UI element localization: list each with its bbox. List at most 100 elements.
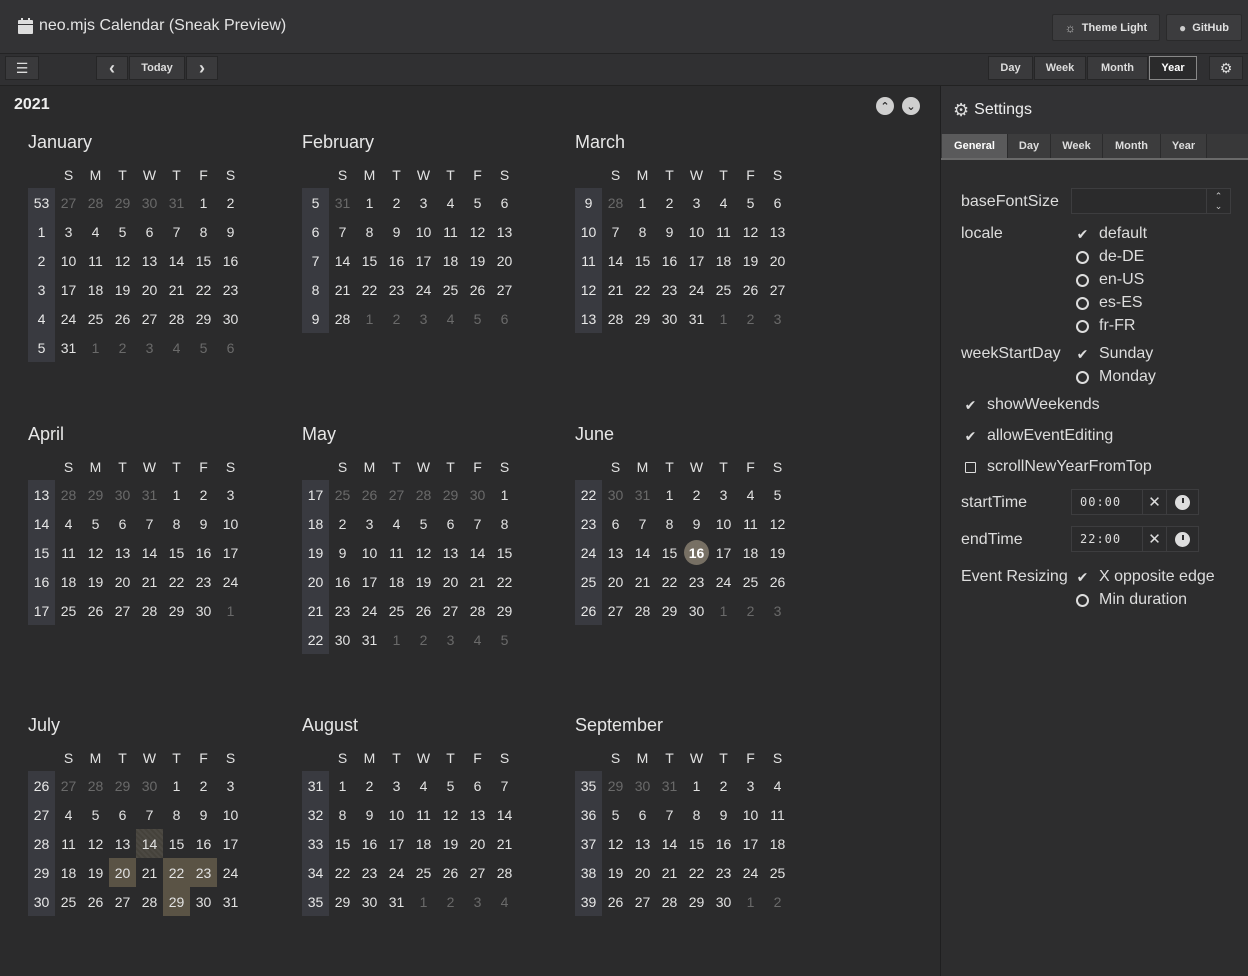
day-cell[interactable]: 6 <box>464 771 491 800</box>
day-cell[interactable]: 25 <box>437 275 464 304</box>
day-cell[interactable]: 8 <box>656 509 683 538</box>
day-cell[interactable]: 23 <box>190 567 217 596</box>
day-cell[interactable]: 11 <box>764 800 791 829</box>
day-cell[interactable]: 4 <box>410 771 437 800</box>
day-cell[interactable]: 2 <box>190 480 217 509</box>
day-cell[interactable]: 1 <box>163 480 190 509</box>
day-cell[interactable]: 2 <box>437 887 464 916</box>
day-cell[interactable]: 11 <box>437 217 464 246</box>
day-cell[interactable]: 2 <box>356 771 383 800</box>
day-cell[interactable]: 17 <box>383 829 410 858</box>
day-cell[interactable]: 30 <box>109 480 136 509</box>
day-cell[interactable]: 16 <box>710 829 737 858</box>
day-cell[interactable]: 8 <box>629 217 656 246</box>
day-cell[interactable]: 28 <box>82 188 109 217</box>
day-cell[interactable]: 8 <box>491 509 518 538</box>
day-cell[interactable]: 24 <box>217 858 244 887</box>
day-cell[interactable]: 20 <box>629 858 656 887</box>
day-cell[interactable]: 18 <box>710 246 737 275</box>
day-cell[interactable]: 5 <box>491 625 518 654</box>
day-cell[interactable]: 26 <box>82 596 109 625</box>
day-cell[interactable]: 30 <box>136 771 163 800</box>
day-cell[interactable]: 23 <box>329 596 356 625</box>
day-cell[interactable]: 22 <box>163 567 190 596</box>
day-cell[interactable]: 21 <box>656 858 683 887</box>
day-cell[interactable]: 5 <box>82 509 109 538</box>
tab-month[interactable]: Month <box>1103 134 1161 158</box>
day-cell[interactable]: 24 <box>383 858 410 887</box>
day-cell[interactable]: 1 <box>737 887 764 916</box>
day-cell[interactable]: 3 <box>410 304 437 333</box>
day-cell[interactable]: 27 <box>437 596 464 625</box>
day-cell[interactable]: 26 <box>109 304 136 333</box>
day-cell[interactable]: 24 <box>710 567 737 596</box>
day-cell[interactable]: 10 <box>55 246 82 275</box>
day-cell[interactable]: 19 <box>602 858 629 887</box>
day-cell[interactable]: 28 <box>491 858 518 887</box>
day-cell[interactable]: 10 <box>737 800 764 829</box>
day-cell[interactable]: 13 <box>491 217 518 246</box>
day-cell[interactable]: 10 <box>356 538 383 567</box>
day-cell[interactable]: 3 <box>356 509 383 538</box>
day-cell[interactable]: 8 <box>356 217 383 246</box>
day-cell[interactable]: 28 <box>656 887 683 916</box>
today-button[interactable]: Today <box>129 56 185 80</box>
day-cell[interactable]: 20 <box>602 567 629 596</box>
day-cell[interactable]: 3 <box>737 771 764 800</box>
day-cell[interactable]: 12 <box>602 829 629 858</box>
day-cell[interactable]: 15 <box>163 538 190 567</box>
day-cell[interactable]: 4 <box>437 188 464 217</box>
day-cell[interactable]: 1 <box>683 771 710 800</box>
day-cell[interactable]: 21 <box>136 567 163 596</box>
day-cell[interactable]: 7 <box>602 217 629 246</box>
event-resizing-option-min-duration[interactable]: Min duration <box>1075 591 1187 609</box>
day-cell[interactable]: 1 <box>356 304 383 333</box>
day-cell[interactable]: 29 <box>109 771 136 800</box>
day-cell[interactable]: 27 <box>55 771 82 800</box>
day-cell[interactable]: 12 <box>82 829 109 858</box>
day-cell[interactable]: 4 <box>383 509 410 538</box>
day-cell[interactable]: 28 <box>602 304 629 333</box>
day-cell[interactable]: 14 <box>163 246 190 275</box>
day-cell[interactable]: 13 <box>437 538 464 567</box>
day-cell-with-event[interactable]: 23 <box>190 858 217 887</box>
day-cell[interactable]: 26 <box>82 887 109 916</box>
day-cell[interactable]: 18 <box>55 567 82 596</box>
day-cell[interactable]: 21 <box>629 567 656 596</box>
day-cell[interactable]: 21 <box>491 829 518 858</box>
day-cell[interactable]: 7 <box>163 217 190 246</box>
day-cell[interactable]: 20 <box>464 829 491 858</box>
day-cell[interactable]: 23 <box>656 275 683 304</box>
day-cell[interactable]: 2 <box>410 625 437 654</box>
day-cell[interactable]: 8 <box>329 800 356 829</box>
day-cell[interactable]: 10 <box>710 509 737 538</box>
previous-button[interactable]: ‹ <box>96 56 128 80</box>
day-cell[interactable]: 25 <box>82 304 109 333</box>
day-cell[interactable]: 30 <box>710 887 737 916</box>
day-cell[interactable]: 5 <box>464 188 491 217</box>
day-cell[interactable]: 9 <box>356 800 383 829</box>
day-cell[interactable]: 13 <box>602 538 629 567</box>
day-cell[interactable]: 13 <box>629 829 656 858</box>
show-weekends-checkbox[interactable]: ✔ showWeekends <box>963 396 1100 414</box>
day-cell[interactable]: 30 <box>683 596 710 625</box>
day-cell[interactable]: 15 <box>683 829 710 858</box>
day-cell[interactable]: 14 <box>491 800 518 829</box>
clock-icon[interactable] <box>1166 527 1198 551</box>
view-year-button[interactable]: Year <box>1149 56 1197 80</box>
day-cell[interactable]: 26 <box>602 887 629 916</box>
day-cell[interactable]: 6 <box>109 800 136 829</box>
day-cell[interactable]: 28 <box>136 887 163 916</box>
day-cell[interactable]: 1 <box>629 188 656 217</box>
day-cell[interactable]: 14 <box>136 538 163 567</box>
day-cell[interactable]: 4 <box>710 188 737 217</box>
day-cell[interactable]: 8 <box>190 217 217 246</box>
view-week-button[interactable]: Week <box>1034 56 1086 80</box>
day-cell[interactable]: 9 <box>383 217 410 246</box>
day-cell[interactable]: 25 <box>55 887 82 916</box>
day-cell[interactable]: 29 <box>656 596 683 625</box>
github-button[interactable]: ● GitHub <box>1166 14 1242 41</box>
day-cell[interactable]: 8 <box>163 800 190 829</box>
day-cell[interactable]: 1 <box>491 480 518 509</box>
day-cell[interactable]: 7 <box>464 509 491 538</box>
